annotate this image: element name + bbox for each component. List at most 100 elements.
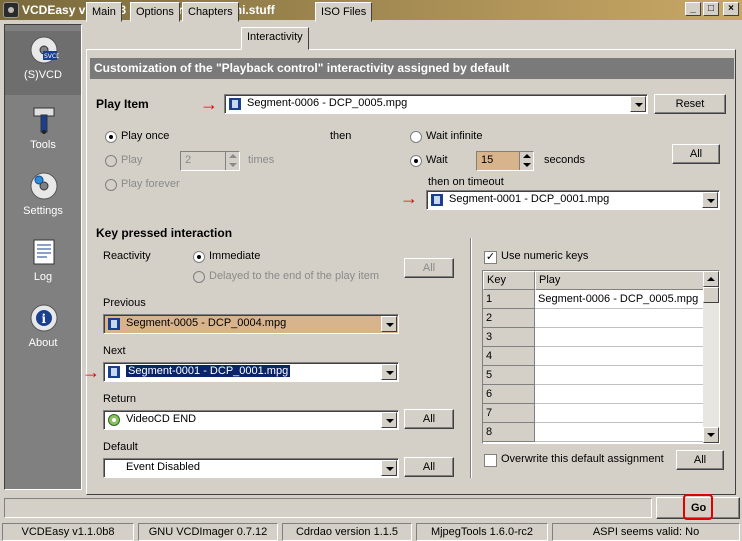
sidebar-item-tools[interactable]: Tools <box>5 101 81 165</box>
delayed-radio[interactable] <box>193 271 205 283</box>
table-row-play[interactable] <box>535 366 705 385</box>
play-forever-radio[interactable] <box>105 179 117 191</box>
go-annotation-box <box>683 494 713 520</box>
chevron-down-icon[interactable] <box>702 192 718 208</box>
annotation-arrow: → <box>200 94 218 114</box>
timeout-value: Segment-0001 - DCP_0001.mpg <box>449 193 610 205</box>
maximize-button[interactable]: □ <box>703 2 719 16</box>
tab-options[interactable]: Options <box>130 2 180 22</box>
play-item-value: Segment-0006 - DCP_0005.mpg <box>247 97 408 109</box>
immediate-radio[interactable] <box>193 251 205 263</box>
sidebar-label-about: About <box>28 337 58 349</box>
next-select[interactable]: Segment-0001 - DCP_0001.mpg <box>103 362 399 382</box>
sidebar-item-settings[interactable]: Settings <box>5 167 81 231</box>
numeric-all-button[interactable]: All <box>676 450 724 470</box>
table-row-key: 2 <box>483 309 535 328</box>
reset-button[interactable]: Reset <box>654 94 726 114</box>
wait-seconds-stepper[interactable]: 15 <box>476 151 534 171</box>
tab-chapters[interactable]: Chapters <box>182 2 239 22</box>
previous-select[interactable]: Segment-0005 - DCP_0004.mpg <box>103 314 399 334</box>
wait-seconds-value: 15 <box>481 154 494 166</box>
tab-interactivity[interactable]: Interactivity <box>241 27 309 50</box>
vertical-divider <box>470 238 472 478</box>
chevron-down-icon[interactable] <box>381 460 397 476</box>
default-select[interactable]: Event Disabled <box>103 458 399 478</box>
play-count-stepper[interactable]: 2 <box>180 151 240 171</box>
videocd-end-icon <box>108 414 120 426</box>
svg-text:i: i <box>42 312 47 326</box>
default-all-button[interactable]: All <box>404 457 454 477</box>
tab-iso-files[interactable]: ISO Files <box>315 2 373 22</box>
table-row-play[interactable] <box>535 385 705 404</box>
spin-arrows-icon[interactable] <box>519 152 533 170</box>
sidebar-label-svcd: (S)VCD <box>24 69 62 81</box>
return-select[interactable]: VideoCD END <box>103 410 399 430</box>
tools-icon <box>33 107 55 134</box>
table-row-play[interactable] <box>535 347 705 366</box>
immediate-label: Immediate <box>209 250 261 262</box>
table-row-play[interactable] <box>535 423 705 442</box>
status-vcdimager: GNU VCDImager 0.7.12 <box>138 523 278 541</box>
table-row-play[interactable]: Segment-0006 - DCP_0005.mpg <box>535 290 705 309</box>
wait-radio[interactable] <box>410 155 422 167</box>
scroll-up-icon[interactable] <box>703 271 719 287</box>
svg-text:SVCD: SVCD <box>44 53 59 60</box>
spin-arrows-icon[interactable] <box>225 152 239 170</box>
col-header-play[interactable]: Play <box>535 271 705 290</box>
wait-infinite-label: Wait infinite <box>426 130 483 142</box>
table-row-key: 8 <box>483 423 535 442</box>
wait-infinite-radio[interactable] <box>410 131 422 143</box>
then-on-timeout-label: then on timeout <box>428 176 504 188</box>
play-once-radio[interactable] <box>105 131 117 143</box>
sidebar: SVCD (S)VCD Tools Settings Log i About <box>4 24 82 490</box>
annotation-arrow: → <box>400 188 418 208</box>
play-label: Play <box>121 154 143 166</box>
timeout-select[interactable]: Segment-0001 - DCP_0001.mpg <box>426 190 720 210</box>
table-scrollbar[interactable] <box>703 271 719 443</box>
chevron-down-icon[interactable] <box>381 412 397 428</box>
then-label: then <box>330 130 352 142</box>
table-row-play[interactable] <box>535 404 705 423</box>
table-row-play[interactable] <box>535 328 705 347</box>
reactivity-label: Reactivity <box>103 250 151 262</box>
disc-svcd-icon: SVCD <box>30 36 59 64</box>
play-item-select[interactable]: Segment-0006 - DCP_0005.mpg <box>224 94 648 114</box>
chevron-down-icon[interactable] <box>381 364 397 380</box>
play-count-value: 2 <box>185 154 192 166</box>
col-header-key[interactable]: Key <box>483 271 535 290</box>
chevron-down-icon[interactable] <box>630 96 646 112</box>
sidebar-item-about[interactable]: i About <box>5 299 81 363</box>
close-button[interactable]: × <box>723 2 739 16</box>
tab-main[interactable]: Main <box>86 2 122 22</box>
minimize-button[interactable]: _ <box>685 2 701 16</box>
sidebar-label-tools: Tools <box>30 139 56 151</box>
table-row-key: 4 <box>483 347 535 366</box>
log-document-icon <box>33 239 55 265</box>
wait-all-button[interactable]: All <box>672 144 720 164</box>
status-bar: VCDEasy v1.1.0b8 GNU VCDImager 0.7.12 Cd… <box>0 522 742 541</box>
page-banner: Customization of the "Playback control" … <box>90 58 734 79</box>
use-numeric-keys-checkbox[interactable]: ✓ <box>484 251 497 264</box>
numeric-keys-table[interactable]: Key Play 1 Segment-0006 - DCP_0005.mpg 2 3 4… <box>482 270 720 444</box>
overwrite-checkbox[interactable] <box>484 454 497 467</box>
play-radio[interactable] <box>105 155 117 167</box>
scroll-down-icon[interactable] <box>703 427 719 443</box>
table-row-key: 7 <box>483 404 535 423</box>
scroll-thumb[interactable] <box>703 287 719 303</box>
key-pressed-title: Key pressed interaction <box>96 226 233 240</box>
sidebar-item-log[interactable]: Log <box>5 233 81 297</box>
next-label: Next <box>103 345 126 357</box>
table-row-play[interactable] <box>535 309 705 328</box>
table-row-key: 6 <box>483 385 535 404</box>
seconds-label: seconds <box>544 154 585 166</box>
film-icon <box>431 194 443 206</box>
chevron-down-icon[interactable] <box>381 316 397 332</box>
previous-value: Segment-0005 - DCP_0004.mpg <box>126 317 287 329</box>
reactivity-all-button[interactable]: All <box>404 258 454 278</box>
play-item-label: Play Item <box>96 97 149 111</box>
sidebar-item-svcd[interactable]: SVCD (S)VCD <box>5 31 81 95</box>
settings-disc-icon <box>30 172 58 200</box>
table-row-key: 3 <box>483 328 535 347</box>
return-all-button[interactable]: All <box>404 409 454 429</box>
film-icon <box>108 318 120 330</box>
